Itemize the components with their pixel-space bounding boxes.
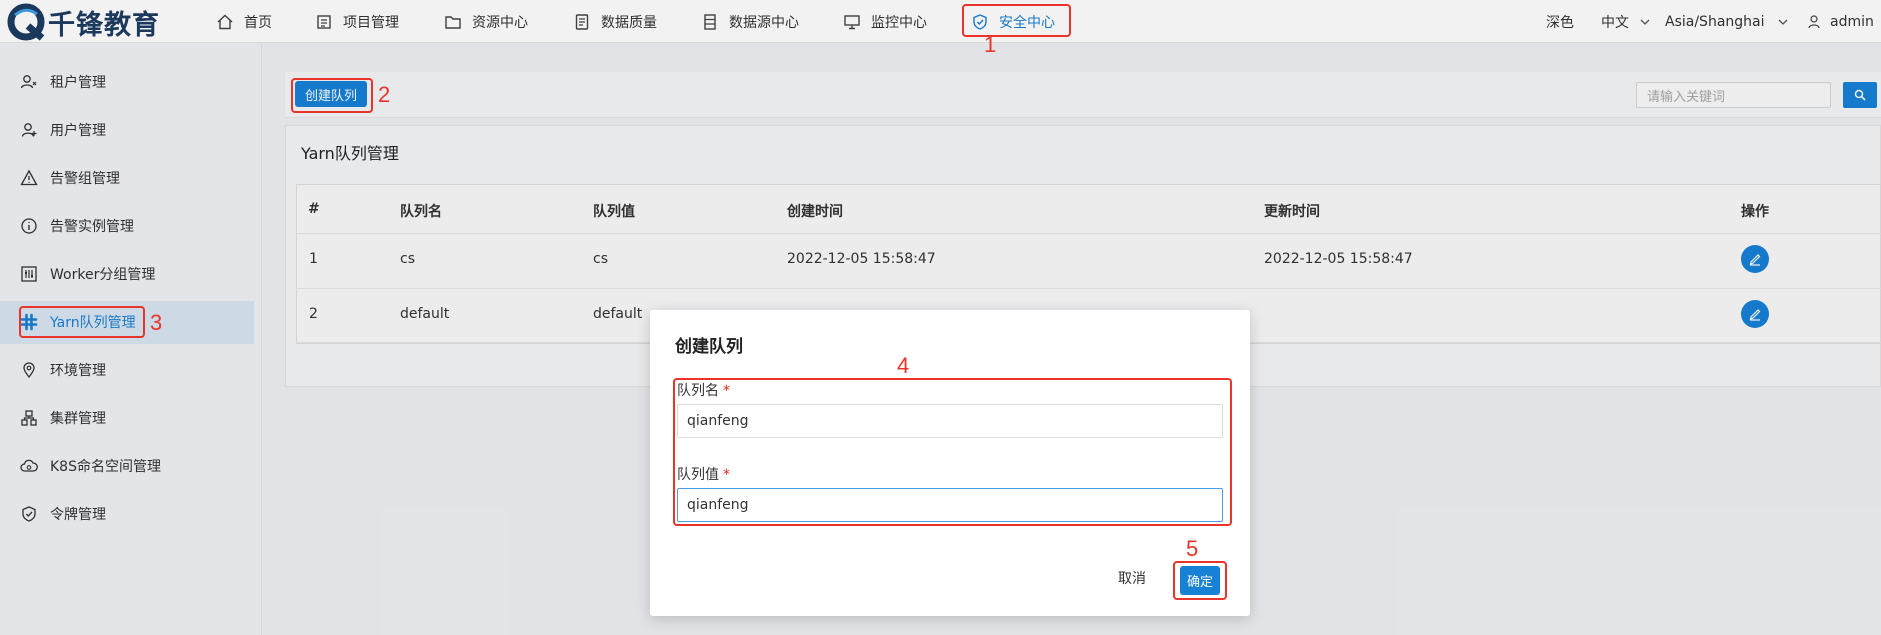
annotation-box-1 [962, 4, 1071, 37]
annotation-number-5: 5 [1186, 536, 1199, 561]
cancel-button[interactable]: 取消 [1118, 568, 1146, 588]
annotation-box-2 [291, 78, 373, 113]
annotation-number-4: 4 [897, 353, 910, 378]
dialog-title: 创建队列 [675, 337, 743, 357]
annotation-number-3: 3 [150, 310, 163, 335]
annotation-box-5 [1173, 561, 1227, 600]
annotation-box-3 [19, 306, 145, 338]
annotation-box-4 [673, 378, 1232, 526]
annotation-number-2: 2 [378, 82, 391, 107]
annotation-number-1: 1 [984, 32, 997, 57]
